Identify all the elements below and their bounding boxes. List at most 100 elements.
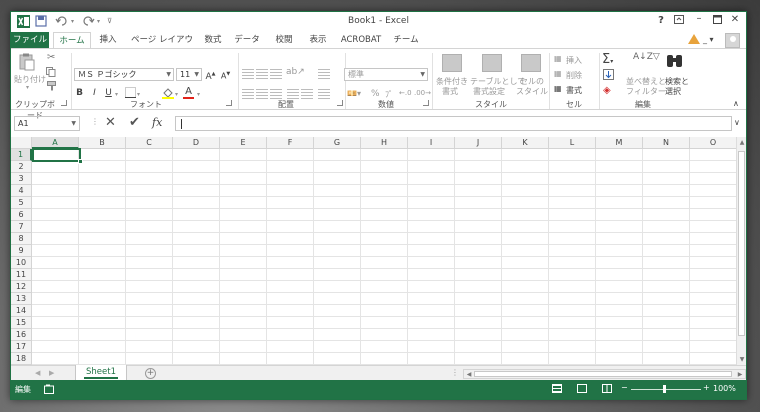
orientation-icon[interactable]: ab↗	[286, 67, 305, 77]
tab-split-grip-icon[interactable]: ⋮	[451, 368, 459, 377]
row-header-6[interactable]: 6	[11, 209, 32, 221]
decrease-font-icon[interactable]: A▼	[219, 68, 232, 81]
row-header-13[interactable]: 13	[11, 293, 32, 305]
merge-center-icon[interactable]	[318, 89, 330, 99]
restore-icon[interactable]	[710, 15, 724, 27]
alignment-launcher-icon[interactable]	[337, 100, 343, 106]
fill-icon[interactable]	[603, 69, 614, 82]
active-cell-a1[interactable]	[32, 148, 81, 162]
row-header-4[interactable]: 4	[11, 185, 32, 197]
format-cells-icon[interactable]: ▦	[554, 84, 562, 93]
number-format-combo[interactable]: 標準 ▼	[344, 68, 428, 81]
user-avatar-icon[interactable]	[725, 33, 740, 48]
row-header-9[interactable]: 9	[11, 245, 32, 257]
tab-insert[interactable]: 挿入	[93, 32, 123, 48]
column-header-e[interactable]: E	[220, 137, 267, 149]
column-header-m[interactable]: M	[596, 137, 643, 149]
format-painter-icon[interactable]	[47, 81, 57, 93]
new-sheet-button[interactable]: +	[145, 368, 156, 379]
column-header-o[interactable]: O	[690, 137, 736, 149]
zoom-slider-thumb[interactable]	[663, 385, 666, 393]
cell-styles-button-line2[interactable]: スタイル	[516, 86, 548, 97]
page-layout-view-icon[interactable]	[577, 384, 587, 393]
tab-review[interactable]: 校閲	[269, 32, 299, 48]
tab-file[interactable]: ファイル	[11, 32, 49, 48]
expand-formula-bar-icon[interactable]: ∨	[734, 118, 740, 127]
sheet-tab-sheet1[interactable]: Sheet1	[75, 365, 127, 381]
column-header-n[interactable]: N	[643, 137, 690, 149]
fill-handle[interactable]	[78, 159, 83, 164]
normal-view-icon[interactable]	[552, 384, 562, 393]
font-name-combo[interactable]: ＭＳ Ｐゴシック ▼	[74, 68, 174, 81]
row-header-12[interactable]: 12	[11, 281, 32, 293]
help-icon[interactable]: ?	[654, 15, 668, 26]
conditional-format-icon[interactable]	[442, 54, 462, 72]
row-header-3[interactable]: 3	[11, 173, 32, 185]
row-header-5[interactable]: 5	[11, 197, 32, 209]
zoom-slider-track[interactable]	[631, 389, 701, 390]
font-launcher-icon[interactable]	[226, 100, 232, 106]
paste-dropdown-icon[interactable]: ▾	[26, 84, 29, 91]
confirm-entry-icon[interactable]: ✔	[129, 115, 140, 130]
scroll-left-icon[interactable]: ◀	[464, 371, 474, 378]
account-name[interactable]: _ ▾	[703, 35, 714, 44]
align-left-icon[interactable]	[242, 89, 254, 99]
column-header-d[interactable]: D	[173, 137, 220, 149]
tab-page-layout[interactable]: ページ レイアウト	[127, 32, 197, 61]
scroll-up-icon[interactable]: ▲	[737, 139, 746, 146]
row-header-14[interactable]: 14	[11, 305, 32, 317]
row-header-10[interactable]: 10	[11, 257, 32, 269]
zoom-in-icon[interactable]: +	[703, 383, 710, 392]
format-as-table-icon[interactable]	[482, 54, 502, 72]
font-color-icon[interactable]: A	[182, 85, 195, 99]
sort-filter-icon[interactable]: A↓Z▽	[633, 52, 660, 62]
name-box-dropdown-icon[interactable]: ▼	[71, 117, 76, 130]
align-bottom-icon[interactable]	[270, 69, 282, 79]
decrease-indent-icon[interactable]	[287, 89, 299, 99]
cell-styles-icon[interactable]	[521, 54, 541, 72]
find-select-button-line2[interactable]: 選択	[665, 86, 681, 97]
insert-cells-button[interactable]: 挿入	[566, 55, 582, 66]
scroll-down-icon[interactable]: ▼	[737, 356, 746, 363]
tab-data[interactable]: データ	[232, 32, 262, 48]
row-header-15[interactable]: 15	[11, 317, 32, 329]
next-sheet-icon[interactable]: ▶	[49, 369, 54, 377]
increase-font-icon[interactable]: A▲	[204, 68, 217, 82]
collapse-ribbon-icon[interactable]: ∧	[733, 99, 739, 108]
zoom-level[interactable]: 100%	[713, 384, 736, 393]
scroll-right-icon[interactable]: ▶	[735, 371, 745, 378]
borders-dropdown-icon[interactable]: ▾	[137, 91, 140, 98]
prev-sheet-icon[interactable]: ◀	[35, 369, 40, 377]
row-header-8[interactable]: 8	[11, 233, 32, 245]
column-header-h[interactable]: H	[361, 137, 408, 149]
select-all-corner[interactable]	[11, 137, 32, 149]
cancel-entry-icon[interactable]: ✕	[105, 115, 116, 130]
minimize-icon[interactable]: –	[692, 13, 706, 24]
horizontal-scroll-thumb[interactable]	[474, 371, 732, 377]
name-box[interactable]: A1 ▼	[14, 116, 80, 131]
align-middle-icon[interactable]	[256, 69, 268, 79]
currency-icon[interactable]: 💴▾	[347, 89, 361, 98]
font-size-dropdown-icon[interactable]: ▼	[194, 69, 199, 80]
ribbon-display-icon[interactable]	[672, 15, 686, 27]
worksheet-grid[interactable]: ABCDEFGHIJKLMNO 1 2 3 4 5 6 7 8 9 10 11 12 13 14 15 16 1…	[11, 137, 736, 365]
number-launcher-icon[interactable]	[423, 100, 429, 106]
column-header-g[interactable]: G	[314, 137, 361, 149]
wrap-text-icon[interactable]	[318, 69, 330, 79]
row-header-7[interactable]: 7	[11, 221, 32, 233]
font-size-combo[interactable]: 11 ▼	[176, 68, 202, 81]
delete-cells-icon[interactable]: ▦	[554, 69, 562, 78]
cell-area[interactable]	[32, 149, 736, 365]
macro-record-icon[interactable]	[44, 384, 54, 396]
find-select-icon[interactable]	[666, 52, 684, 74]
align-top-icon[interactable]	[242, 69, 254, 79]
bold-button[interactable]: B	[73, 87, 86, 100]
conditional-format-button-line2[interactable]: 書式	[442, 86, 458, 97]
zoom-out-icon[interactable]: −	[621, 383, 628, 392]
italic-button[interactable]: I	[88, 87, 101, 100]
column-header-k[interactable]: K	[502, 137, 549, 149]
paste-icon[interactable]	[19, 53, 35, 73]
row-header-16[interactable]: 16	[11, 329, 32, 341]
cut-icon[interactable]: ✂	[47, 52, 55, 63]
column-header-b[interactable]: B	[79, 137, 126, 149]
